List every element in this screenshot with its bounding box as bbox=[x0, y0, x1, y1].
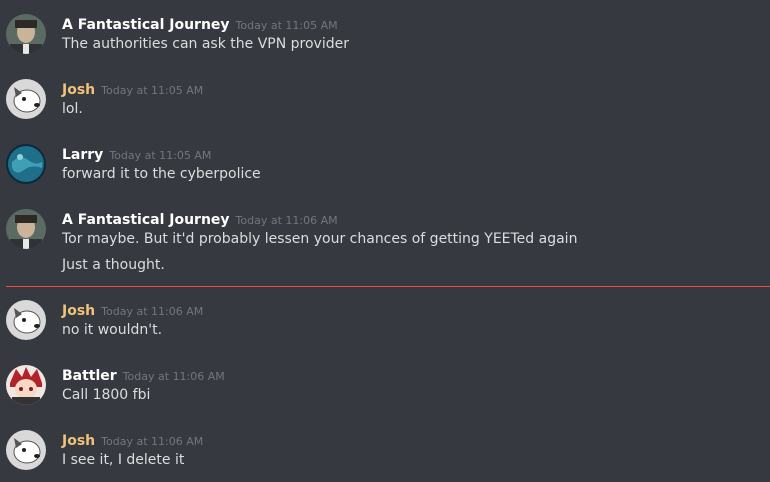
message-text: Just a thought. bbox=[62, 257, 165, 273]
message-text: forward it to the cyberpolice bbox=[62, 166, 261, 182]
message-header: A Fantastical Journey Today at 11:05 AM bbox=[62, 14, 338, 33]
author-name[interactable]: Josh bbox=[62, 82, 95, 98]
planet-avatar[interactable] bbox=[6, 144, 46, 184]
message-header: A Fantastical Journey Today at 11:06 AM bbox=[62, 209, 338, 228]
author-name[interactable]: Larry bbox=[62, 147, 103, 163]
message-header: Josh Today at 11:06 AM bbox=[62, 430, 203, 449]
message-header: Battler Today at 11:06 AM bbox=[62, 365, 225, 384]
message-group: Larry Today at 11:05 AM forward it to the… bbox=[0, 143, 770, 193]
timestamp: Today at 11:05 AM bbox=[235, 19, 338, 32]
new-messages-divider bbox=[6, 286, 770, 287]
message-group: A Fantastical Journey Today at 11:05 AM T… bbox=[0, 13, 770, 63]
message-group: A Fantastical Journey Today at 11:06 AM T… bbox=[0, 208, 770, 280]
message-text: no it wouldn't. bbox=[62, 322, 163, 338]
timestamp: Today at 11:06 AM bbox=[122, 370, 225, 383]
message-header: Josh Today at 11:06 AM bbox=[62, 300, 203, 319]
author-name[interactable]: Josh bbox=[62, 303, 95, 319]
author-name[interactable]: A Fantastical Journey bbox=[62, 212, 230, 228]
message-header: Josh Today at 11:05 AM bbox=[62, 79, 203, 98]
dog-avatar[interactable] bbox=[6, 300, 46, 340]
timestamp: Today at 11:06 AM bbox=[101, 305, 204, 318]
message-text: I see it, I delete it bbox=[62, 452, 185, 468]
dog-avatar[interactable] bbox=[6, 79, 46, 119]
message-text: The authorities can ask the VPN provider bbox=[62, 36, 349, 52]
timestamp: Today at 11:06 AM bbox=[101, 435, 204, 448]
timestamp: Today at 11:05 AM bbox=[101, 84, 204, 97]
timestamp: Today at 11:06 AM bbox=[235, 214, 338, 227]
message-group: Josh Today at 11:05 AM lol. bbox=[0, 78, 770, 128]
message-text: lol. bbox=[62, 101, 83, 117]
message-text: Tor maybe. But it'd probably lessen your… bbox=[62, 231, 578, 247]
message-text: Call 1800 fbi bbox=[62, 387, 151, 403]
author-name[interactable]: Josh bbox=[62, 433, 95, 449]
author-name[interactable]: Battler bbox=[62, 368, 117, 384]
anime-avatar[interactable] bbox=[6, 365, 46, 405]
timestamp: Today at 11:05 AM bbox=[109, 149, 212, 162]
message-group: Battler Today at 11:06 AM Call 1800 fbi bbox=[0, 364, 770, 414]
message-group: Josh Today at 11:06 AM I see it, I delete… bbox=[0, 429, 770, 479]
fantastical-avatar[interactable] bbox=[6, 14, 46, 54]
fantastical-avatar[interactable] bbox=[6, 209, 46, 249]
message-header: Larry Today at 11:05 AM bbox=[62, 144, 211, 163]
author-name[interactable]: A Fantastical Journey bbox=[62, 17, 230, 33]
dog-avatar[interactable] bbox=[6, 430, 46, 470]
message-group: Josh Today at 11:06 AM no it wouldn't. bbox=[0, 299, 770, 349]
